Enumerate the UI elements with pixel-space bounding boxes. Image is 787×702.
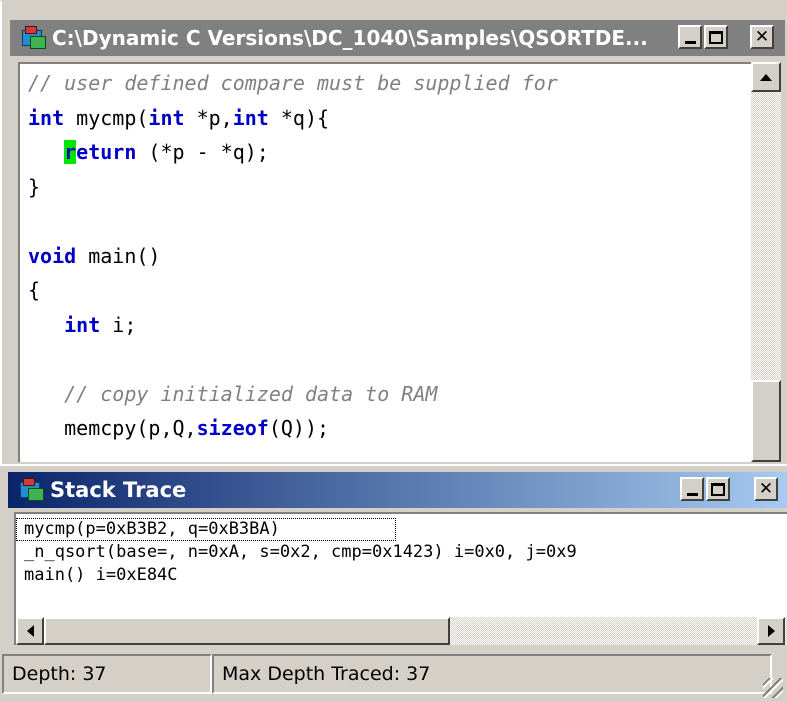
- status-bar: Depth: 37 Max Depth Traced: 37: [0, 646, 787, 702]
- code-token: // user defined compare must be supplied…: [28, 71, 558, 95]
- code-line[interactable]: {: [28, 273, 751, 308]
- code-token: i;: [100, 312, 137, 337]
- stack-frame-row[interactable]: _n_qsort(base=, n=0xA, s=0x2, cmp=0x1423…: [16, 541, 787, 564]
- scroll-right-button[interactable]: [757, 617, 785, 645]
- code-token: mycmp(: [64, 105, 149, 130]
- max-depth-status: Max Depth Traced: 37: [212, 654, 772, 694]
- scroll-left-arrow-icon: [26, 625, 34, 637]
- stack-frame-row[interactable]: mycmp(p=0xB3B2, q=0xB3BA): [16, 518, 396, 541]
- code-line[interactable]: // copy initialized data to RAM: [28, 377, 751, 412]
- stack-trace-horizontal-scrollbar[interactable]: [16, 617, 787, 645]
- stack-trace-list[interactable]: mycmp(p=0xB3B2, q=0xB3BA) _n_qsort(base=…: [14, 512, 787, 645]
- code-token: }: [28, 174, 41, 199]
- resize-grip-icon[interactable]: [763, 678, 783, 698]
- stack-trace-title-bar[interactable]: Stack Trace: [8, 472, 787, 508]
- editor-close-button[interactable]: ✕: [750, 25, 774, 49]
- close-icon: ✕: [754, 26, 770, 47]
- text-cursor: r: [64, 140, 77, 164]
- dynamic-c-app-icon[interactable]: [20, 24, 48, 52]
- close-icon: ✕: [758, 478, 774, 499]
- code-line[interactable]: int i;: [28, 308, 751, 343]
- editor-vertical-scrollbar[interactable]: [751, 62, 781, 462]
- editor-window-title: C:\Dynamic C Versions\DC_1040\Samples\QS…: [52, 26, 648, 50]
- scroll-left-button[interactable]: [16, 617, 44, 645]
- stack-maximize-button[interactable]: [706, 477, 730, 501]
- minimize-icon: [684, 40, 696, 44]
- code-line[interactable]: [28, 342, 751, 377]
- stack-minimize-button[interactable]: [680, 477, 704, 501]
- code-token: memcpy(p,Q,: [28, 416, 197, 440]
- code-token: int: [148, 105, 185, 130]
- dynamic-c-app-icon[interactable]: [18, 476, 46, 504]
- editor-window: C:\Dynamic C Versions\DC_1040\Samples\QS…: [0, 0, 787, 464]
- depth-status: Depth: 37: [2, 654, 212, 694]
- code-line[interactable]: return (*p - *q);: [28, 135, 751, 170]
- stack-trace-scroll-thumb[interactable]: [44, 617, 450, 645]
- code-token: int: [232, 105, 269, 130]
- maximize-icon: [711, 482, 725, 496]
- maximize-icon: [709, 30, 723, 44]
- minimize-icon: [686, 492, 698, 496]
- code-token: int: [28, 105, 65, 130]
- code-token: (*p - *q);: [136, 140, 269, 164]
- code-line[interactable]: }: [28, 170, 751, 205]
- scroll-up-arrow-icon: [760, 73, 772, 81]
- code-line[interactable]: [28, 204, 751, 239]
- editor-maximize-button[interactable]: [704, 25, 728, 49]
- code-line[interactable]: void main(): [28, 239, 751, 274]
- stack-trace-window-title: Stack Trace: [50, 478, 187, 502]
- code-token: void: [28, 243, 77, 268]
- stack-close-button[interactable]: ✕: [754, 477, 778, 501]
- scroll-right-arrow-icon: [767, 625, 775, 637]
- code-token: sizeof: [196, 416, 269, 440]
- code-editor[interactable]: // user defined compare must be supplied…: [18, 62, 751, 462]
- code-token: // copy initialized data to RAM: [64, 381, 438, 406]
- code-token: eturn: [76, 140, 137, 164]
- code-text: // user defined compare must be supplied…: [20, 64, 751, 446]
- stack-frame-row[interactable]: main() i=0xE84C: [16, 564, 787, 587]
- code-line[interactable]: int mycmp(int *p,int *q){: [28, 101, 751, 136]
- editor-minimize-button[interactable]: [678, 25, 702, 49]
- code-token: int: [64, 312, 101, 337]
- code-line[interactable]: // user defined compare must be supplied…: [28, 66, 751, 101]
- code-token: *q){: [268, 105, 330, 130]
- code-token: main(): [76, 243, 161, 268]
- code-token: {: [28, 278, 41, 302]
- code-line[interactable]: memcpy(p,Q,sizeof(Q));: [28, 411, 751, 446]
- editor-scroll-thumb[interactable]: [751, 380, 781, 462]
- editor-title-bar[interactable]: C:\Dynamic C Versions\DC_1040\Samples\QS…: [10, 20, 785, 56]
- scroll-up-button[interactable]: [751, 62, 781, 92]
- code-token: (Q));: [268, 416, 330, 440]
- code-token: *p,: [184, 105, 233, 130]
